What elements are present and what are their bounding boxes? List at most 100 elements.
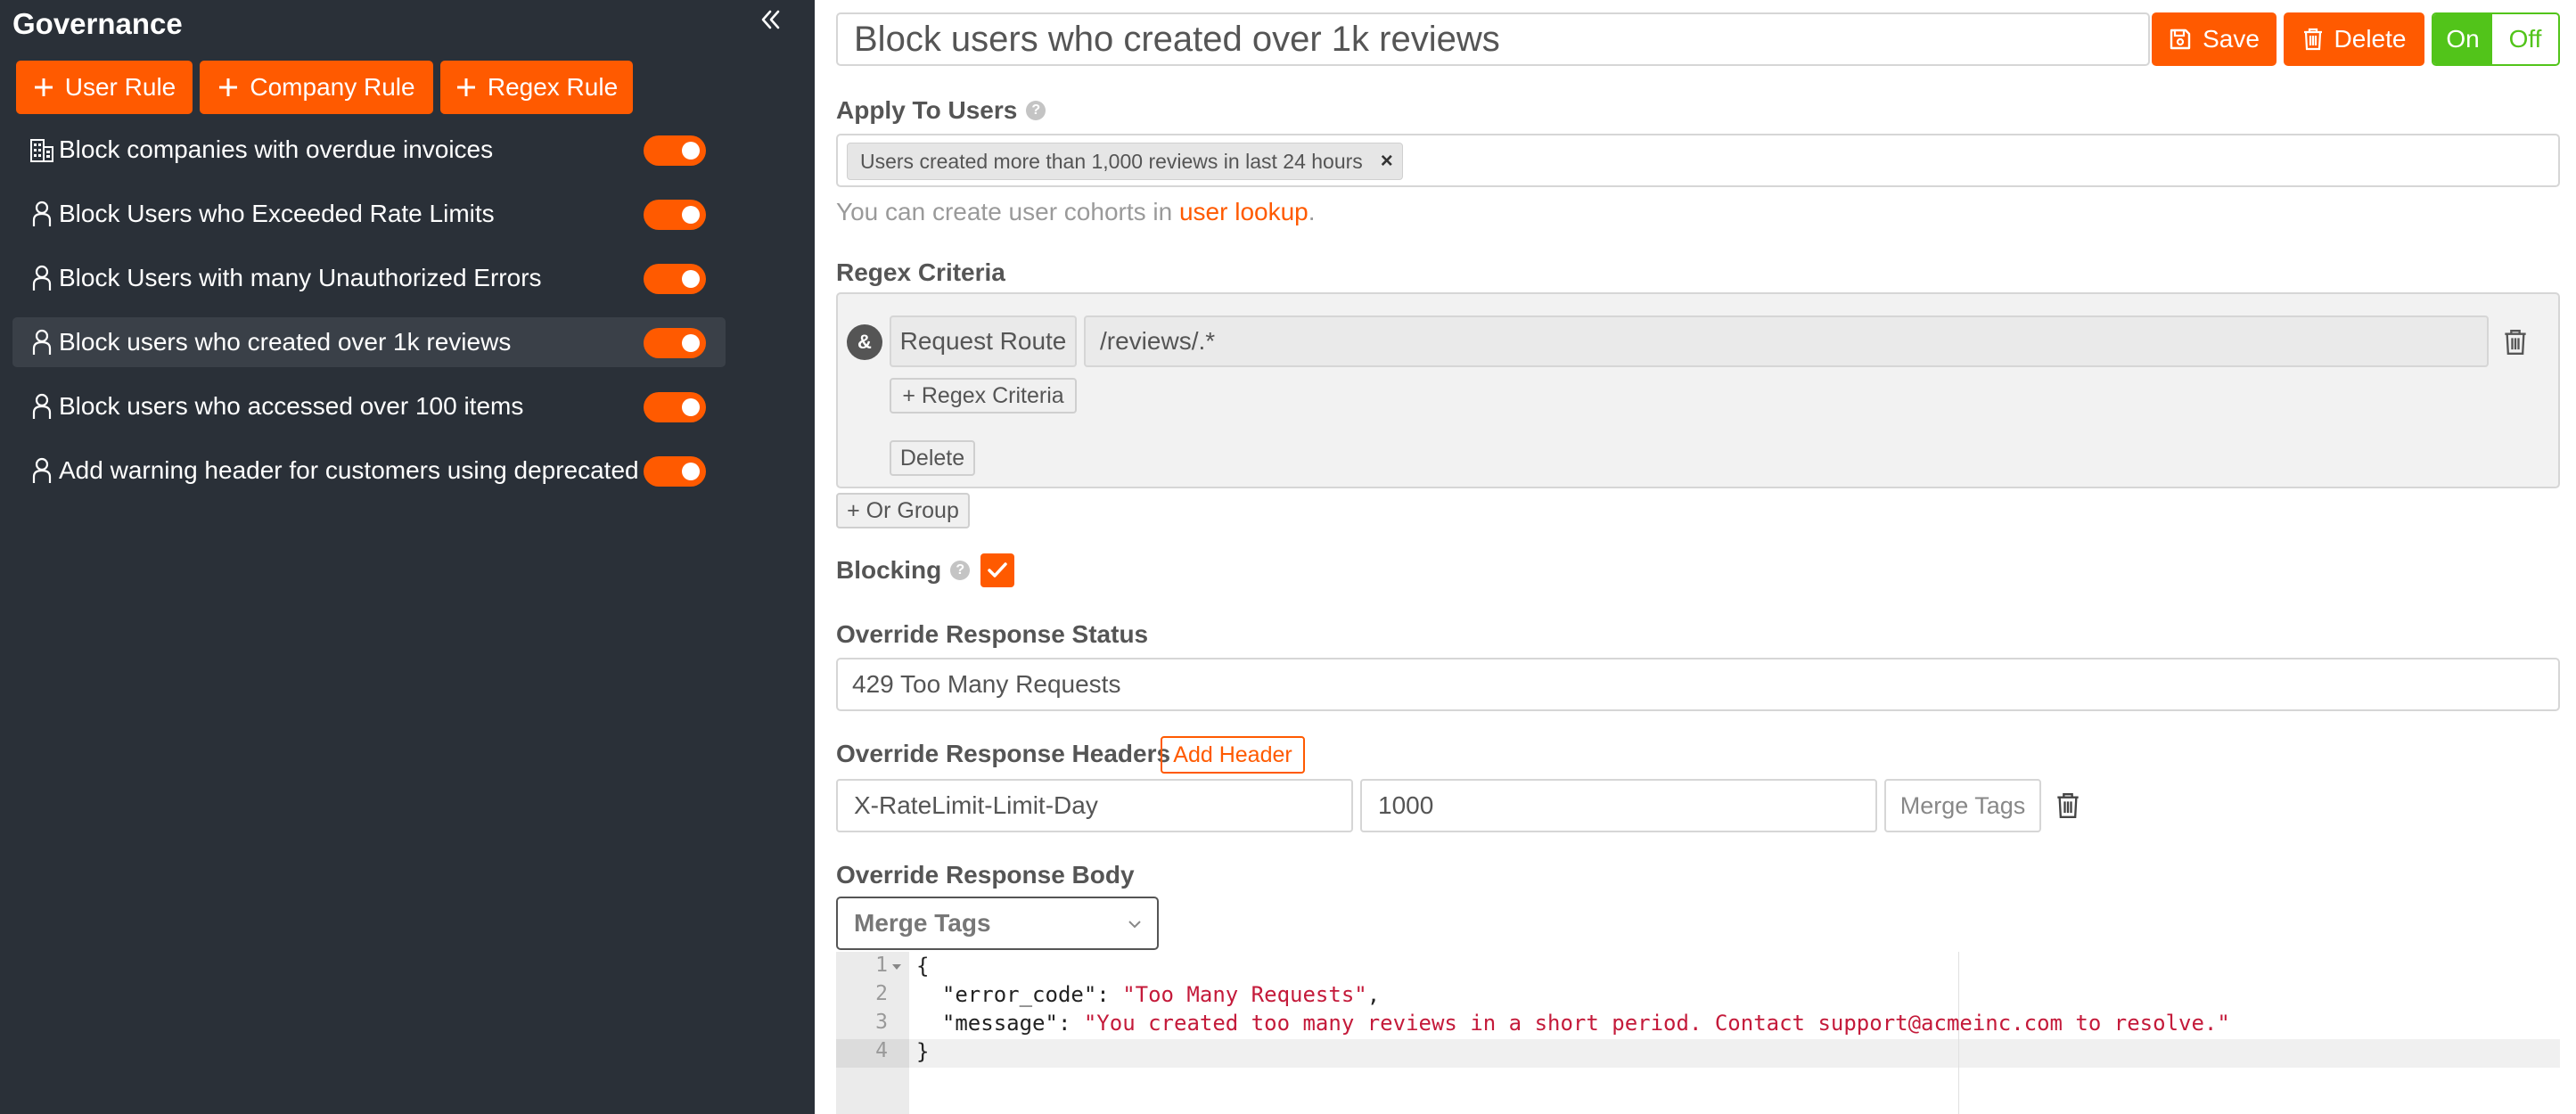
- cohort-select[interactable]: Users created more than 1,000 reviews in…: [836, 134, 2560, 187]
- save-icon: [2170, 29, 2191, 50]
- rule-toggle[interactable]: [644, 328, 706, 358]
- response-body-editor[interactable]: 1 2 3 4 { "error_code": "Too Many Reques…: [836, 952, 2560, 1114]
- toggle-knob: [682, 270, 700, 288]
- code-token: {: [916, 954, 930, 979]
- line-number: 4: [875, 1039, 888, 1062]
- code-string: "You created too many reviews in a short…: [1083, 1011, 2230, 1036]
- rule-toggle[interactable]: [644, 135, 706, 166]
- rule-toggle[interactable]: [644, 200, 706, 230]
- code-line: "error_code": "Too Many Requests",: [916, 982, 1380, 1007]
- add-user-rule-button[interactable]: User Rule: [16, 61, 193, 114]
- rule-editor: Block users who created over 1k reviews …: [815, 0, 2576, 1114]
- code-token: ,: [1366, 982, 1381, 1007]
- cohort-chip-label: Users created more than 1,000 reviews in…: [860, 149, 1363, 173]
- rule-toggle[interactable]: [644, 456, 706, 487]
- save-button[interactable]: Save: [2152, 12, 2277, 66]
- add-user-rule-label: User Rule: [64, 73, 176, 101]
- sidebar-title: Governance: [12, 7, 183, 40]
- fold-arrow-icon[interactable]: [891, 962, 902, 971]
- toggle-knob: [682, 463, 700, 480]
- blocking-label: Blocking: [836, 556, 942, 584]
- user-icon: [29, 392, 55, 421]
- line-number: 1: [875, 954, 888, 977]
- regex-criteria-heading: Regex Criteria: [836, 258, 1005, 287]
- toggle-knob: [682, 398, 700, 416]
- rule-label: Add warning header for customers using d…: [59, 456, 639, 484]
- double-chevron-left-icon: [761, 10, 780, 29]
- toggle-knob: [682, 334, 700, 352]
- add-regex-rule-button[interactable]: Regex Rule: [440, 61, 633, 114]
- remove-chip-icon[interactable]: ×: [1381, 149, 1393, 174]
- hint-prefix: You can create user cohorts in: [836, 198, 1179, 225]
- rule-label: Block Users with many Unauthorized Error…: [59, 264, 542, 291]
- add-company-rule-button[interactable]: Company Rule: [200, 61, 433, 114]
- criteria-field-select[interactable]: Request Route: [890, 315, 1077, 367]
- override-headers-label: Override Response Headers: [836, 740, 1171, 767]
- rule-item[interactable]: Block Users with many Unauthorized Error…: [12, 253, 726, 303]
- trash-icon: [2057, 793, 2079, 818]
- checkmark-icon: [988, 562, 1007, 577]
- help-icon[interactable]: ?: [950, 561, 971, 580]
- add-or-group-button[interactable]: + Or Group: [836, 493, 970, 528]
- code-line: {: [916, 954, 929, 979]
- user-icon: [29, 200, 55, 228]
- code-token: }: [916, 1039, 930, 1064]
- add-regex-criteria-button[interactable]: + Regex Criteria: [890, 378, 1077, 414]
- rule-item[interactable]: Block Users who Exceeded Rate Limits: [12, 189, 726, 239]
- regex-pattern-input[interactable]: /reviews/.*: [1084, 315, 2489, 367]
- line-number: 2: [875, 982, 888, 1005]
- override-body-heading: Override Response Body: [836, 861, 1135, 889]
- rule-item[interactable]: Block companies with overdue invoices: [12, 125, 726, 175]
- rule-label: Block Users who Exceeded Rate Limits: [59, 200, 495, 227]
- override-status-heading: Override Response Status: [836, 620, 1148, 649]
- rule-item[interactable]: Add warning header for customers using d…: [12, 446, 726, 496]
- add-company-rule-label: Company Rule: [250, 73, 415, 101]
- apply-to-users-heading: Apply To Users ?: [836, 96, 1046, 125]
- off-option[interactable]: Off: [2492, 14, 2558, 64]
- regex-criteria-label: Regex Criteria: [836, 258, 1005, 286]
- override-status-label: Override Response Status: [836, 620, 1149, 648]
- regex-criteria-group: & Request Route /reviews/.* + Regex Crit…: [836, 292, 2560, 488]
- user-icon: [29, 328, 55, 356]
- sidebar: Governance User Rule Company Rule Regex …: [0, 0, 815, 1114]
- hint-suffix: .: [1308, 198, 1316, 225]
- toggle-knob: [682, 142, 700, 160]
- rule-toggle[interactable]: [644, 392, 706, 422]
- rule-name-input[interactable]: Block users who created over 1k reviews: [836, 12, 2150, 66]
- header-merge-tags-button[interactable]: Merge Tags: [1884, 779, 2041, 832]
- header-name-input[interactable]: X-RateLimit-Limit-Day: [836, 779, 1353, 832]
- add-regex-rule-label: Regex Rule: [487, 73, 619, 101]
- cohort-chip: Users created more than 1,000 reviews in…: [847, 143, 1403, 180]
- delete-header-button[interactable]: [2050, 788, 2086, 823]
- on-option[interactable]: On: [2433, 14, 2492, 64]
- delete-group-button[interactable]: Delete: [890, 440, 975, 476]
- add-header-button[interactable]: Add Header: [1161, 736, 1305, 774]
- delete-criteria-button[interactable]: [2498, 324, 2533, 360]
- user-lookup-link[interactable]: user lookup: [1179, 198, 1309, 225]
- body-merge-tags-select[interactable]: Merge Tags: [836, 897, 1159, 950]
- rule-label: Block companies with overdue invoices: [59, 135, 494, 163]
- rule-item-selected[interactable]: Block users who created over 1k reviews: [12, 317, 726, 367]
- header-value-input[interactable]: 1000: [1360, 779, 1877, 832]
- code-string: "Too Many Requests": [1122, 982, 1367, 1007]
- blocking-heading: Blocking ?: [836, 556, 971, 585]
- blocking-checkbox[interactable]: [980, 553, 1014, 587]
- line-number: 3: [875, 1011, 888, 1034]
- active-line-highlight: [836, 1039, 2560, 1068]
- rule-item[interactable]: Block users who accessed over 100 items: [12, 381, 726, 431]
- building-icon: [29, 135, 55, 164]
- help-icon[interactable]: ?: [1026, 101, 1046, 120]
- code-line: "message": "You created too many reviews…: [916, 1011, 2230, 1036]
- rule-label: Block users who created over 1k reviews: [59, 328, 512, 356]
- response-status-select[interactable]: 429 Too Many Requests: [836, 658, 2560, 711]
- user-icon: [29, 456, 55, 485]
- cohort-hint: You can create user cohorts in user look…: [836, 198, 1316, 226]
- code-line: }: [916, 1039, 929, 1064]
- rule-list: Block companies with overdue invoices Bl…: [12, 125, 726, 510]
- plus-icon: [219, 78, 238, 96]
- delete-rule-button[interactable]: Delete: [2284, 12, 2424, 66]
- collapse-sidebar-button[interactable]: [752, 2, 788, 37]
- rule-label: Block users who accessed over 100 items: [59, 392, 524, 420]
- rule-toggle[interactable]: [644, 264, 706, 294]
- save-label: Save: [2203, 25, 2260, 53]
